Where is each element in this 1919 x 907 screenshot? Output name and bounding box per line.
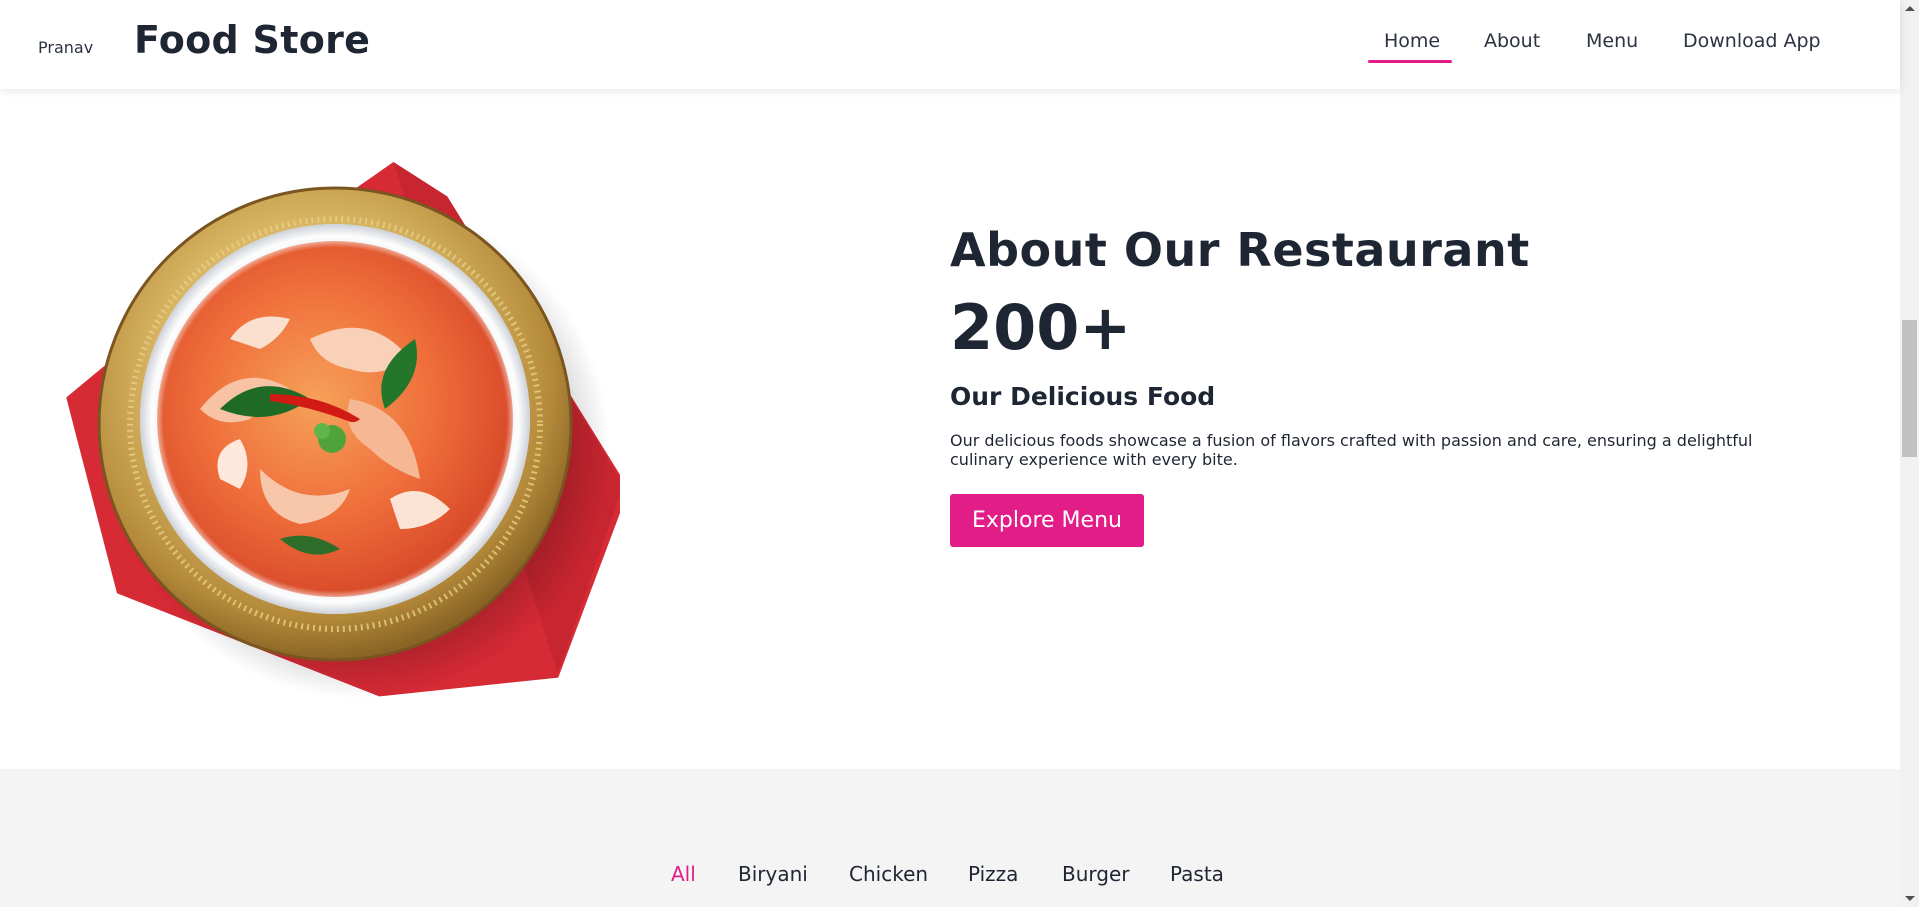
filter-tab-pizza[interactable]: Pizza bbox=[968, 862, 1018, 886]
about-subtitle: Our Delicious Food bbox=[950, 382, 1216, 412]
nav-about-link[interactable]: About bbox=[1484, 30, 1540, 52]
about-content: About Our Restaurant 200+ Our Delicious … bbox=[950, 223, 1780, 548]
dish-count: 200+ bbox=[950, 291, 1132, 365]
active-nav-indicator bbox=[1368, 60, 1452, 63]
filter-tab-burger[interactable]: Burger bbox=[1062, 862, 1130, 886]
filter-tab-chicken[interactable]: Chicken bbox=[849, 862, 928, 886]
main-nav: Home About Menu Download App bbox=[0, 0, 1900, 89]
filter-tab-all[interactable]: All bbox=[671, 862, 696, 886]
navbar: Pranav Food Store Home About Menu Downlo… bbox=[0, 0, 1900, 89]
explore-menu-button[interactable]: Explore Menu bbox=[950, 494, 1144, 548]
filter-tab-pasta[interactable]: Pasta bbox=[1170, 862, 1224, 886]
scroll-thumb[interactable] bbox=[1902, 320, 1917, 457]
dish-image bbox=[66, 162, 620, 699]
scroll-down-arrow-icon[interactable] bbox=[1905, 896, 1915, 901]
nav-home-link[interactable]: Home bbox=[1384, 30, 1440, 52]
about-section: About Our Restaurant 200+ Our Delicious … bbox=[0, 89, 1900, 769]
page-scrollbar[interactable] bbox=[1900, 0, 1919, 907]
filter-tab-biryani[interactable]: Biryani bbox=[738, 862, 808, 886]
nav-download-app-link[interactable]: Download App bbox=[1683, 30, 1821, 52]
nav-menu-link[interactable]: Menu bbox=[1586, 30, 1638, 52]
about-description: Our delicious foods showcase a fusion of… bbox=[950, 431, 1753, 470]
about-title: About Our Restaurant bbox=[950, 223, 1530, 277]
menu-section: All Biryani Chicken Pizza Burger Pasta bbox=[0, 769, 1900, 907]
scroll-up-arrow-icon[interactable] bbox=[1905, 6, 1915, 11]
